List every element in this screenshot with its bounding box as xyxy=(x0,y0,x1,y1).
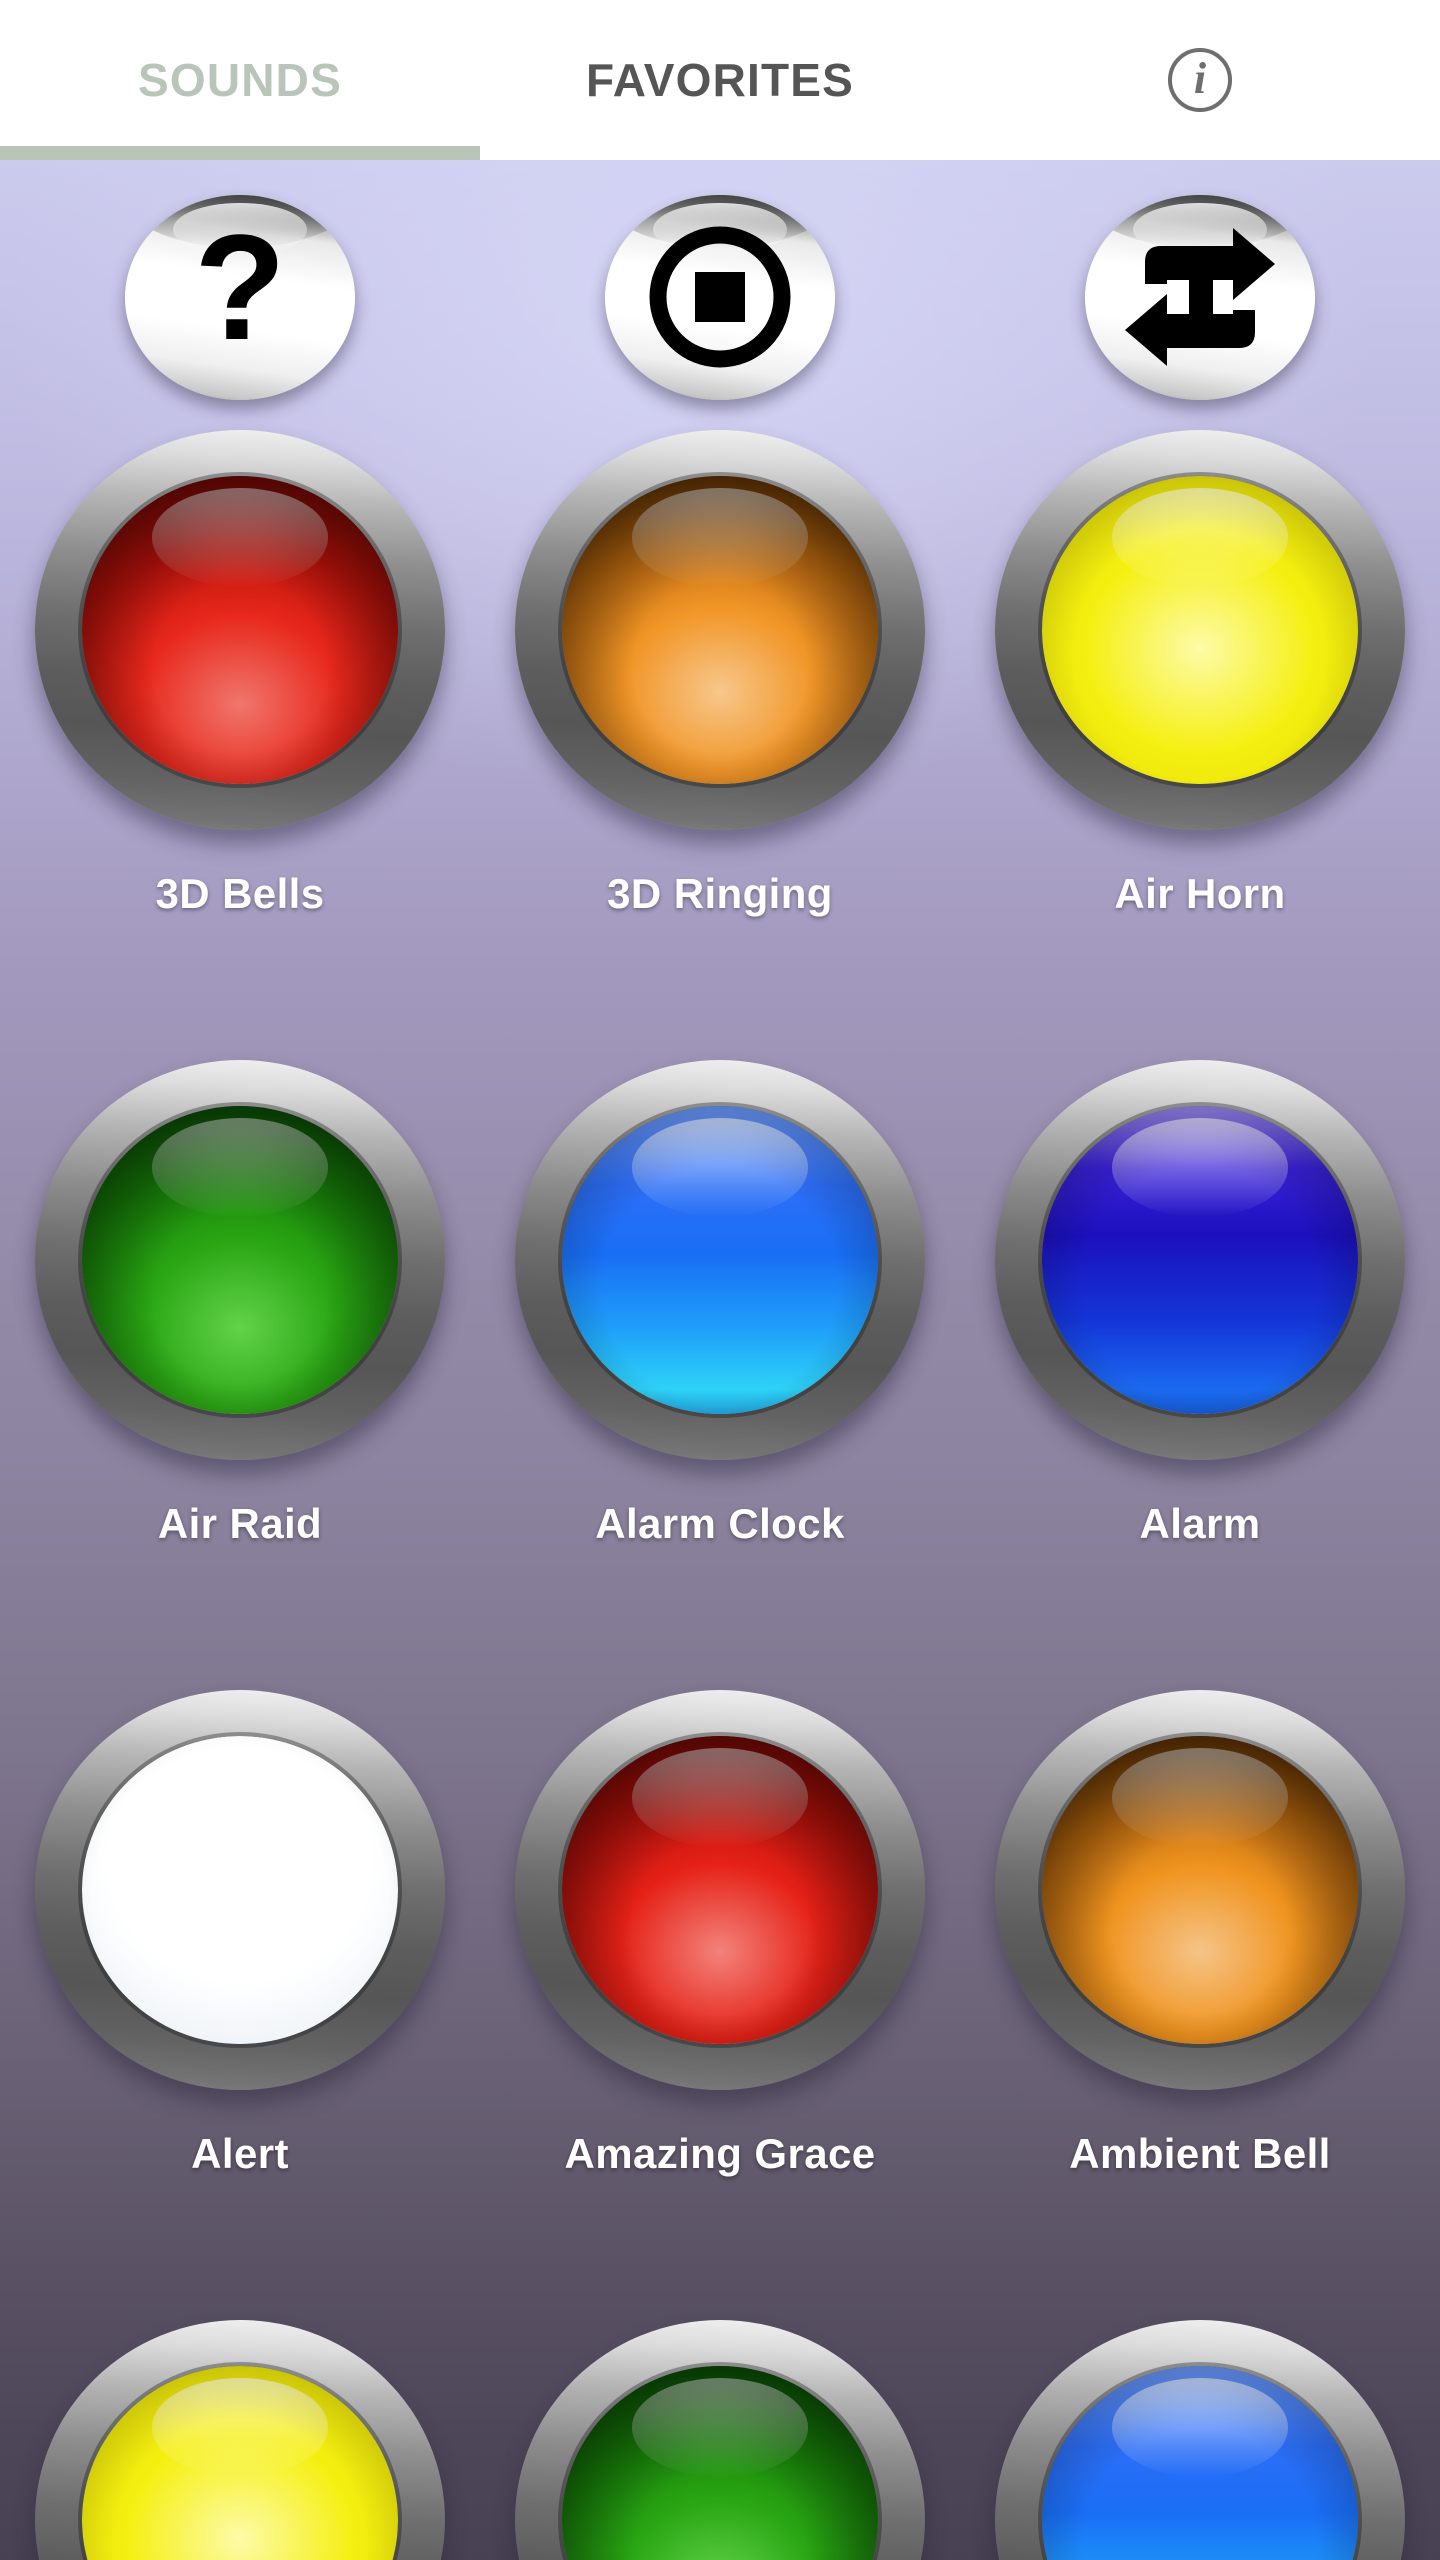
dome-vignette xyxy=(1042,1106,1358,1414)
sound-grid-row xyxy=(0,2302,1440,2560)
sound-button-dome[interactable] xyxy=(1042,1736,1358,2044)
sound-button-alarm[interactable] xyxy=(990,1050,1410,1470)
sound-button-bezel[interactable] xyxy=(995,1690,1405,2090)
dome-vignette xyxy=(1042,1736,1358,2044)
sound-label: Alarm Clock xyxy=(595,1500,845,1547)
sound-button-alert[interactable] xyxy=(30,1680,450,2100)
sound-label: Air Horn xyxy=(1114,870,1286,917)
dome-vignette xyxy=(1042,2366,1358,2560)
repeat-icon xyxy=(1085,195,1315,400)
sound-button-row4-col3[interactable] xyxy=(990,2310,1410,2560)
sound-button-bezel[interactable] xyxy=(35,2320,445,2560)
dome-vignette xyxy=(82,1106,398,1414)
tab-favorites[interactable]: FAVORITES xyxy=(480,0,960,160)
sound-grid-row: 3D Bells 3D Ringing Air Horn xyxy=(0,412,1440,1042)
sound-button-bezel[interactable] xyxy=(515,2320,925,2560)
sound-button-dome[interactable] xyxy=(82,1106,398,1414)
sound-cell xyxy=(960,2302,1440,2560)
info-circle-icon[interactable]: i xyxy=(1168,48,1232,112)
sound-button-air-raid[interactable] xyxy=(30,1050,450,1470)
sound-label: Amazing Grace xyxy=(564,2130,876,2177)
sound-grid: 3D Bells 3D Ringing Air Horn Air Raid Al… xyxy=(0,412,1440,2560)
tab-active-indicator xyxy=(0,146,480,160)
sound-button-row4-col1[interactable] xyxy=(30,2310,450,2560)
repeat-button[interactable] xyxy=(1085,194,1315,400)
sound-button-dome[interactable] xyxy=(1042,1106,1358,1414)
sound-cell: Air Raid xyxy=(0,1042,480,1672)
stop-circle-icon xyxy=(605,195,835,400)
info-glyph: i xyxy=(1193,53,1207,103)
sound-label: Alert xyxy=(191,2130,289,2177)
sound-button-bezel[interactable] xyxy=(515,430,925,830)
sound-button-alarm-clock[interactable] xyxy=(510,1050,930,1470)
sound-cell: Alarm Clock xyxy=(480,1042,960,1672)
sound-button-dome[interactable] xyxy=(82,1736,398,2044)
sound-button-row4-col2[interactable] xyxy=(510,2310,930,2560)
sound-button-dome[interactable] xyxy=(562,1736,878,2044)
dome-vignette xyxy=(82,2366,398,2560)
soundboard-panel: ? 3D Bells 3D Ringing Air Horn Air Raid … xyxy=(0,160,1440,2560)
sound-label: Air Raid xyxy=(157,1500,323,1547)
sound-grid-row: Alert Amazing Grace Ambient Bell xyxy=(0,1672,1440,2302)
sound-button-dome[interactable] xyxy=(562,2366,878,2560)
tab-sounds[interactable]: SOUNDS xyxy=(0,0,480,160)
sound-cell: Alarm xyxy=(960,1042,1440,1672)
svg-text:?: ? xyxy=(194,217,286,371)
tab-info[interactable]: i xyxy=(960,0,1440,160)
sound-grid-row: Air Raid Alarm Clock Alarm xyxy=(0,1042,1440,1672)
sound-label: Alarm xyxy=(1139,1500,1261,1547)
tab-favorites-label: FAVORITES xyxy=(585,54,855,106)
question-mark-icon: ? xyxy=(125,195,355,400)
sound-cell: 3D Bells xyxy=(0,412,480,1042)
dome-vignette xyxy=(562,2366,878,2560)
sound-cell: Amazing Grace xyxy=(480,1672,960,2302)
sound-cell xyxy=(0,2302,480,2560)
sound-label: Ambient Bell xyxy=(1069,2130,1331,2177)
sound-button-bezel[interactable] xyxy=(995,430,1405,830)
tab-bar: SOUNDS FAVORITES i xyxy=(0,0,1440,160)
sound-cell: 3D Ringing xyxy=(480,412,960,1042)
dome-vignette xyxy=(562,1106,878,1414)
sound-label: 3D Ringing xyxy=(607,870,833,917)
dome-vignette xyxy=(1042,476,1358,784)
sound-button-bezel[interactable] xyxy=(35,1060,445,1460)
dome-vignette xyxy=(562,1736,878,2044)
sound-button-bezel[interactable] xyxy=(995,1060,1405,1460)
control-cell-repeat xyxy=(960,182,1440,412)
sound-button-dome[interactable] xyxy=(562,476,878,784)
control-cell-help: ? xyxy=(0,182,480,412)
sound-button-bezel[interactable] xyxy=(995,2320,1405,2560)
sound-button-dome[interactable] xyxy=(562,1106,878,1414)
sound-button-amazing-grace[interactable] xyxy=(510,1680,930,2100)
sound-button-air-horn[interactable] xyxy=(990,420,1410,840)
sound-button-dome[interactable] xyxy=(515,1060,925,1460)
sound-cell: Air Horn xyxy=(960,412,1440,1042)
sound-button-dome[interactable] xyxy=(1042,476,1358,784)
dome-vignette xyxy=(82,476,398,784)
sound-button-3d-bells[interactable] xyxy=(30,420,450,840)
stop-button[interactable] xyxy=(605,194,835,400)
sound-button-bezel[interactable] xyxy=(35,430,445,830)
sound-button-ambient-bell[interactable] xyxy=(990,1680,1410,2100)
control-cell-stop xyxy=(480,182,960,412)
control-row: ? xyxy=(0,182,1440,412)
sound-button-3d-ringing[interactable] xyxy=(510,420,930,840)
sound-button-bezel[interactable] xyxy=(515,1690,925,2090)
sound-button-dome[interactable] xyxy=(1042,2366,1358,2560)
sound-cell: Alert xyxy=(0,1672,480,2302)
sound-button-bezel[interactable] xyxy=(35,1690,445,2090)
dome-vignette xyxy=(562,476,878,784)
sound-cell xyxy=(480,2302,960,2560)
help-button[interactable]: ? xyxy=(125,194,355,400)
sound-button-dome[interactable] xyxy=(82,476,398,784)
dome-vignette xyxy=(82,1736,398,2044)
sound-button-dome[interactable] xyxy=(82,2366,398,2560)
sound-label: 3D Bells xyxy=(155,870,325,917)
tab-sounds-label: SOUNDS xyxy=(137,54,342,106)
sound-cell: Ambient Bell xyxy=(960,1672,1440,2302)
